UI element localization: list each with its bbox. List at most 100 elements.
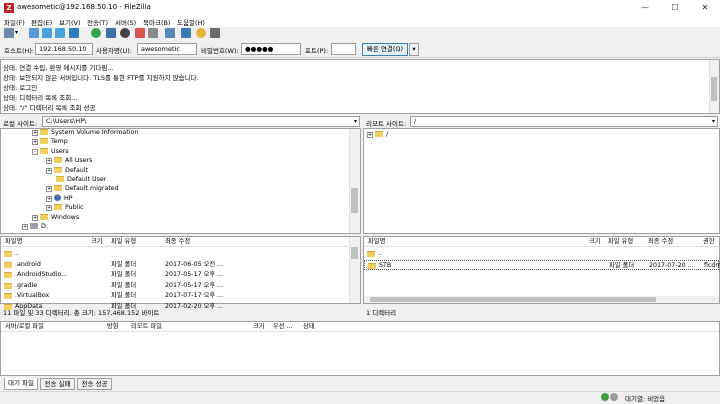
filter-icon[interactable]	[165, 28, 175, 38]
tab-failed-transfers[interactable]: 전송 실패	[40, 378, 75, 390]
expander-icon[interactable]: +	[46, 195, 52, 202]
local-path-input[interactable]: C:\Users\HP\	[42, 116, 360, 127]
cancel-icon[interactable]	[120, 28, 130, 38]
expander-icon[interactable]: +	[32, 139, 38, 146]
local-tree-item[interactable]: + Public	[46, 203, 84, 212]
sync-browse-icon[interactable]	[196, 28, 206, 38]
quickconnect-button[interactable]: 빠른 연결(Q)	[362, 43, 408, 56]
expander-icon[interactable]: +	[46, 186, 52, 193]
toggle-local-tree-icon[interactable]	[42, 28, 52, 38]
expander-icon[interactable]: +	[22, 224, 28, 230]
remote-col-modified[interactable]: 최종 수정	[648, 237, 673, 247]
refresh-icon[interactable]	[91, 28, 101, 38]
menu-view[interactable]: 보기(V)	[59, 17, 80, 27]
user-label: 사용자명(U):	[96, 47, 132, 55]
local-tree-item[interactable]: + All Users	[46, 156, 92, 165]
local-file-row[interactable]: .android 파일 폴더 2017-06-05 오전 ...	[1, 260, 349, 270]
queue-col-priority[interactable]: 우선 ...	[273, 322, 293, 332]
local-col-modified[interactable]: 최종 수정	[165, 237, 190, 247]
remote-path-input[interactable]: /	[410, 116, 718, 127]
local-file-row[interactable]: .VirtualBox 파일 폴더 2017-07-17 오후 ...	[1, 291, 349, 301]
activity-indicator-icon	[610, 393, 618, 401]
window-title: awesometic@192.168.50.10 - FileZilla	[17, 3, 151, 11]
toggle-queue-icon[interactable]	[69, 28, 79, 38]
toggle-log-icon[interactable]	[29, 28, 39, 38]
menu-help[interactable]: 도움말(H)	[177, 17, 205, 27]
queue-col-size[interactable]: 크기	[253, 322, 265, 332]
remote-col-type[interactable]: 파일 유형	[608, 237, 633, 247]
log-message: 로그인	[19, 84, 38, 92]
local-tree-scrollbar-thumb[interactable]	[351, 188, 358, 213]
local-tree-scrollbar[interactable]	[349, 129, 360, 233]
tab-successful-transfers[interactable]: 전송 성공	[77, 378, 112, 390]
disconnect-icon[interactable]	[135, 28, 145, 38]
expander-icon[interactable]: +	[46, 158, 52, 165]
remote-path-dropdown-icon[interactable]: ▾	[709, 116, 718, 127]
close-button[interactable]: ✕	[690, 0, 720, 16]
remote-files-hscrollbar-thumb[interactable]	[370, 297, 656, 302]
log-line: 상태: "/" 디렉터리 목록 조회 성공	[3, 102, 95, 112]
minimize-button[interactable]: —	[630, 0, 660, 16]
local-tree-item[interactable]: + Temp	[32, 137, 68, 146]
local-col-name[interactable]: 파일명	[5, 237, 22, 247]
port-input[interactable]	[331, 43, 356, 55]
folder-icon	[40, 129, 48, 135]
remote-file-row[interactable]: STB 파일 폴더 2017-07-20 ... flcdm	[364, 259, 720, 270]
local-tree-item[interactable]: + Windows	[32, 213, 79, 222]
local-path-dropdown-icon[interactable]: ▾	[351, 116, 360, 127]
folder-icon	[54, 157, 62, 164]
local-col-type[interactable]: 파일 유형	[111, 237, 136, 247]
maximize-button[interactable]: ☐	[660, 0, 690, 16]
menu-server[interactable]: 서버(S)	[115, 17, 136, 27]
remote-file-row[interactable]: ..	[364, 249, 719, 259]
host-input[interactable]: 192.168.50.10	[35, 43, 93, 55]
expander-icon[interactable]: +	[367, 132, 373, 138]
queue-col-file[interactable]: 서버/로컬 파일	[5, 322, 44, 332]
local-tree-item[interactable]: + D:	[22, 222, 48, 231]
queue-col-direction[interactable]: 방향	[107, 322, 119, 332]
expander-icon[interactable]: -	[32, 148, 38, 155]
process-queue-icon[interactable]	[106, 28, 116, 38]
quickconnect-history-button[interactable]: ▾	[409, 43, 419, 56]
local-tree-item[interactable]: Default User	[46, 175, 106, 184]
tab-queued-files[interactable]: 대기 파일	[4, 378, 38, 390]
local-tree-item[interactable]: + Default	[46, 166, 88, 175]
file-name: .android	[15, 260, 41, 268]
local-tree-item[interactable]: + HP	[46, 193, 73, 203]
host-label: 호스트(H):	[4, 47, 35, 55]
local-col-size[interactable]: 크기	[91, 237, 103, 247]
reconnect-icon[interactable]	[148, 28, 158, 38]
password-input[interactable]: ●●●●●	[241, 43, 301, 55]
local-file-row[interactable]: .gradle 파일 폴더 2017-05-17 오후 ...	[1, 281, 349, 291]
search-icon[interactable]	[210, 28, 220, 38]
queue-col-remote[interactable]: 리모트 파일	[131, 322, 162, 332]
remote-col-permissions[interactable]: 권한	[703, 237, 715, 247]
remote-col-size[interactable]: 크기	[589, 237, 601, 247]
menu-bookmarks[interactable]: 북마크(B)	[143, 17, 170, 27]
expander-icon[interactable]: +	[32, 214, 38, 221]
menu-transfer[interactable]: 전송(T)	[87, 17, 108, 27]
local-tree-item[interactable]: + System Volume Information	[32, 128, 138, 137]
local-file-row[interactable]: .AndroidStudio... 파일 폴더 2017-05-17 오후 ...	[1, 270, 349, 280]
remote-tree-root[interactable]: + /	[367, 130, 388, 139]
folder-icon	[4, 261, 12, 268]
expander-icon[interactable]: +	[46, 205, 52, 212]
remote-col-name[interactable]: 파일명	[368, 237, 385, 247]
menu-file[interactable]: 파일(F)	[4, 17, 25, 27]
compare-icon[interactable]	[181, 28, 191, 38]
log-scrollbar-thumb[interactable]	[711, 77, 717, 101]
log-message: 보안되지 않은 서버입니다. TLS를 통한 FTP를 지원하지 않습니다.	[19, 74, 199, 82]
local-file-row[interactable]: ..	[1, 249, 349, 259]
site-manager-icon[interactable]	[4, 28, 14, 38]
menu-edit[interactable]: 편집(E)	[31, 17, 52, 27]
local-tree-item[interactable]: - Users	[32, 147, 69, 156]
local-files-scrollbar-thumb[interactable]	[351, 247, 358, 259]
folder-icon	[368, 262, 376, 269]
expander-icon[interactable]: +	[32, 130, 38, 136]
user-input[interactable]: awesometic	[137, 43, 197, 55]
expander-icon[interactable]: +	[46, 167, 52, 174]
dropdown-icon[interactable]: ▾	[15, 28, 21, 38]
toggle-remote-tree-icon[interactable]	[55, 28, 65, 38]
local-tree-item[interactable]: + Default.migrated	[46, 184, 119, 193]
queue-col-status[interactable]: 상태	[303, 322, 315, 332]
